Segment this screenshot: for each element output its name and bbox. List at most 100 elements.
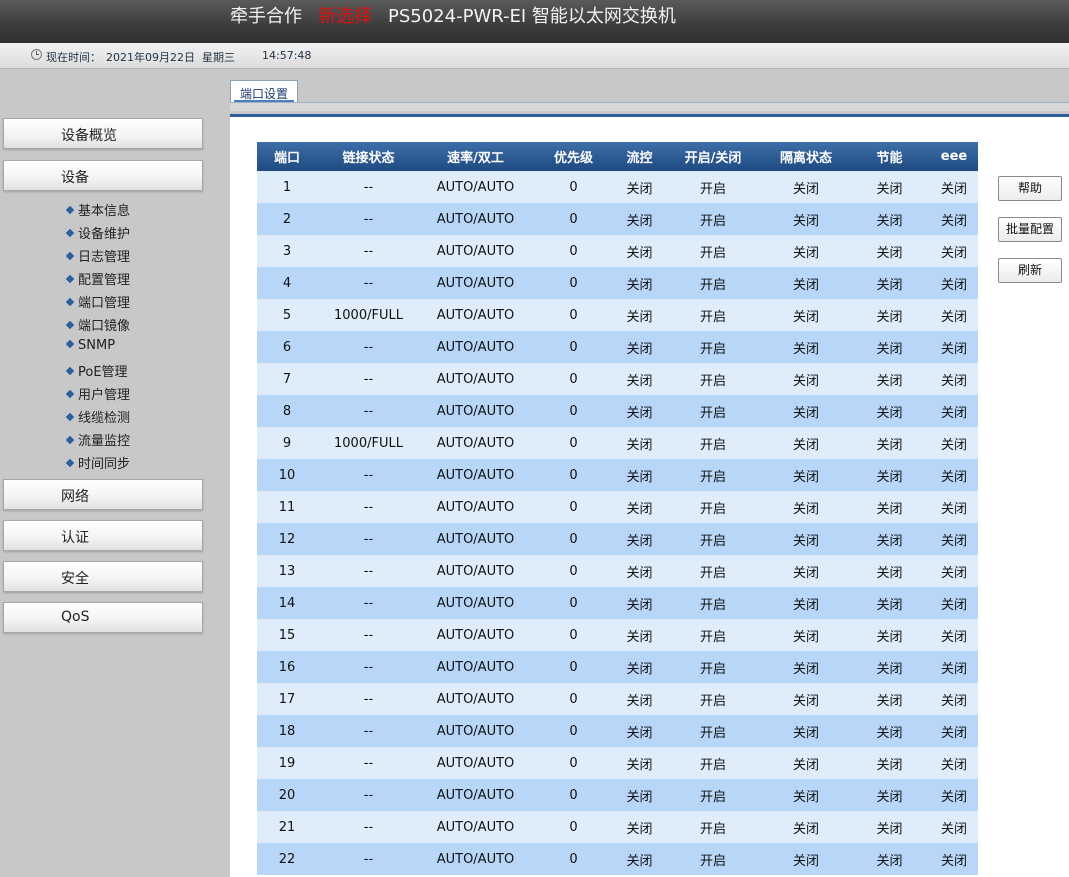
cell-flow-control: 关闭	[616, 715, 663, 747]
cell-priority: 0	[531, 587, 616, 619]
table-row: 2 -- AUTO/AUTO 0 关闭 开启 关闭 关闭 关闭	[257, 203, 978, 235]
submenu-basic-info[interactable]: 基本信息	[65, 200, 130, 222]
time-bar: 现在时间： 2021年09月22日 星期三 14:57:48	[0, 43, 1069, 69]
cell-eee: 关闭	[930, 203, 978, 235]
cell-isolation: 关闭	[763, 267, 849, 299]
cell-speed-duplex: AUTO/AUTO	[420, 331, 531, 363]
menu-network[interactable]: 网络	[3, 479, 203, 510]
table-row: 9 1000/FULL AUTO/AUTO 0 关闭 开启 关闭 关闭 关闭	[257, 427, 978, 459]
cell-speed-duplex: AUTO/AUTO	[420, 555, 531, 587]
cell-priority: 0	[531, 651, 616, 683]
menu-device-overview[interactable]: 设备概览	[3, 118, 203, 149]
submenu-config-management[interactable]: 配置管理	[65, 269, 130, 291]
table-row: 3 -- AUTO/AUTO 0 关闭 开启 关闭 关闭 关闭	[257, 235, 978, 267]
table-row: 20 -- AUTO/AUTO 0 关闭 开启 关闭 关闭 关闭	[257, 779, 978, 811]
cell-eee: 关闭	[930, 267, 978, 299]
cell-enable: 开启	[663, 555, 763, 587]
cell-priority: 0	[531, 619, 616, 651]
cell-enable: 开启	[663, 683, 763, 715]
cell-enable: 开启	[663, 171, 763, 203]
submenu-port-management[interactable]: 端口管理	[65, 292, 130, 314]
diamond-bullet-icon	[65, 339, 75, 349]
cell-port: 15	[257, 619, 317, 651]
cell-priority: 0	[531, 427, 616, 459]
cell-flow-control: 关闭	[616, 523, 663, 555]
diamond-bullet-icon	[65, 389, 75, 399]
cell-eee: 关闭	[930, 427, 978, 459]
cell-speed-duplex: AUTO/AUTO	[420, 427, 531, 459]
cell-speed-duplex: AUTO/AUTO	[420, 235, 531, 267]
cell-power-saving: 关闭	[849, 203, 930, 235]
cell-eee: 关闭	[930, 619, 978, 651]
submenu-device-maintenance[interactable]: 设备维护	[65, 223, 130, 245]
brand-slogan-part2: 新选择	[318, 6, 372, 27]
cell-eee: 关闭	[930, 651, 978, 683]
submenu-label: 端口镜像	[78, 319, 131, 334]
cell-isolation: 关闭	[763, 331, 849, 363]
current-time: 14:57:48	[262, 49, 312, 62]
cell-enable: 开启	[663, 395, 763, 427]
submenu-port-mirror[interactable]: 端口镜像	[65, 315, 131, 337]
help-button[interactable]: 帮助	[998, 176, 1062, 201]
tab-port-settings[interactable]: 端口设置	[230, 80, 298, 102]
cell-power-saving: 关闭	[849, 683, 930, 715]
cell-speed-duplex: AUTO/AUTO	[420, 683, 531, 715]
table-row: 16 -- AUTO/AUTO 0 关闭 开启 关闭 关闭 关闭	[257, 651, 978, 683]
cell-port: 9	[257, 427, 317, 459]
table-row: 21 -- AUTO/AUTO 0 关闭 开启 关闭 关闭 关闭	[257, 811, 978, 843]
cell-link-status: --	[317, 715, 420, 747]
menu-qos[interactable]: QoS	[3, 602, 203, 633]
cell-priority: 0	[531, 523, 616, 555]
menu-label: 设备概览	[61, 128, 117, 144]
product-title: PS5024-PWR-EI 智能以太网交换机	[388, 6, 676, 27]
cell-power-saving: 关闭	[849, 299, 930, 331]
menu-authentication[interactable]: 认证	[3, 520, 203, 551]
diamond-bullet-icon	[65, 458, 75, 468]
cell-link-status: --	[317, 235, 420, 267]
cell-port: 22	[257, 843, 317, 875]
submenu-poe-management[interactable]: PoE管理	[65, 361, 128, 383]
cell-flow-control: 关闭	[616, 203, 663, 235]
cell-link-status: 1000/FULL	[317, 427, 420, 459]
cell-priority: 0	[531, 331, 616, 363]
submenu-cable-test[interactable]: 线缆检测	[65, 407, 131, 429]
cell-link-status: --	[317, 363, 420, 395]
current-weekday: 星期三	[202, 51, 235, 64]
cell-isolation: 关闭	[763, 747, 849, 779]
cell-enable: 开启	[663, 203, 763, 235]
cell-eee: 关闭	[930, 331, 978, 363]
refresh-button[interactable]: 刷新	[998, 258, 1062, 283]
submenu-time-sync[interactable]: 时间同步	[65, 453, 130, 475]
cell-priority: 0	[531, 715, 616, 747]
cell-isolation: 关闭	[763, 523, 849, 555]
cell-isolation: 关闭	[763, 203, 849, 235]
port-settings-table: 端口 链接状态 速率/双工 优先级 流控 开启/关闭 隔离状态 节能 eee 1…	[257, 142, 978, 875]
submenu-user-management[interactable]: 用户管理	[65, 384, 130, 406]
cell-eee: 关闭	[930, 363, 978, 395]
cell-speed-duplex: AUTO/AUTO	[420, 523, 531, 555]
cell-enable: 开启	[663, 267, 763, 299]
content-panel: 端口 链接状态 速率/双工 优先级 流控 开启/关闭 隔离状态 节能 eee 1…	[230, 114, 1069, 877]
diamond-bullet-icon	[65, 228, 75, 238]
menu-security[interactable]: 安全	[3, 561, 203, 592]
submenu-traffic-monitor[interactable]: 流量监控	[65, 430, 130, 452]
col-header-port: 端口	[257, 142, 317, 171]
cell-speed-duplex: AUTO/AUTO	[420, 779, 531, 811]
submenu-log-management[interactable]: 日志管理	[65, 246, 130, 268]
tab-divider	[230, 102, 1069, 111]
batch-config-button[interactable]: 批量配置	[998, 217, 1062, 242]
cell-flow-control: 关闭	[616, 747, 663, 779]
cell-power-saving: 关闭	[849, 523, 930, 555]
cell-isolation: 关闭	[763, 715, 849, 747]
submenu-label: 线缆检测	[78, 411, 131, 426]
menu-label: 安全	[61, 571, 89, 587]
submenu-snmp[interactable]: SNMP	[65, 338, 115, 360]
submenu-label: PoE管理	[78, 365, 128, 380]
table-row: 7 -- AUTO/AUTO 0 关闭 开启 关闭 关闭 关闭	[257, 363, 978, 395]
table-row: 18 -- AUTO/AUTO 0 关闭 开启 关闭 关闭 关闭	[257, 715, 978, 747]
menu-device[interactable]: 设备	[3, 160, 203, 191]
cell-port: 19	[257, 747, 317, 779]
cell-flow-control: 关闭	[616, 267, 663, 299]
top-banner: 牵手合作 新选择 PS5024-PWR-EI 智能以太网交换机	[0, 0, 1069, 43]
table-row: 17 -- AUTO/AUTO 0 关闭 开启 关闭 关闭 关闭	[257, 683, 978, 715]
